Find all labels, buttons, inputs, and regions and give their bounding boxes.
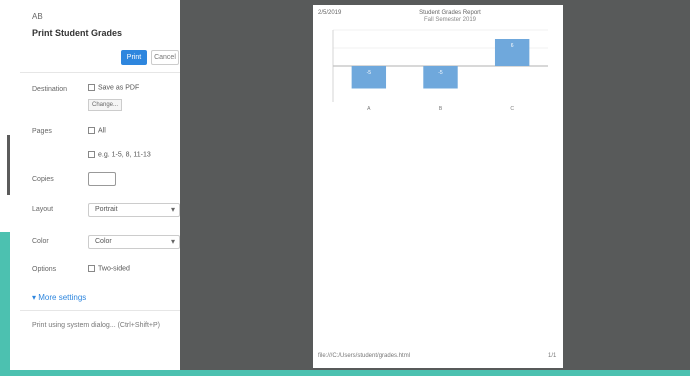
cancel-button[interactable]: Cancel	[151, 50, 179, 65]
copies-label: Copies	[32, 176, 54, 183]
bar-data-label: -5	[438, 70, 443, 76]
more-settings-link[interactable]: ▾ More settings	[32, 293, 86, 302]
layout-select-value: Portrait	[95, 206, 118, 213]
preview-header-date: 2/5/2019	[318, 10, 342, 16]
bar-data-label: -5	[367, 70, 372, 76]
pages-label: Pages	[32, 128, 52, 135]
pages-all-label: All	[98, 127, 106, 135]
preview-footer-url: file:///C:/Users/student/grades.html	[318, 353, 411, 359]
more-settings-label: More settings	[38, 293, 87, 302]
layout-label: Layout	[32, 206, 54, 213]
print-button[interactable]: Print	[121, 50, 147, 65]
chevron-down-icon: ▾	[170, 205, 175, 214]
preview-chart: -5 A -5 B 6 C	[332, 29, 548, 112]
pages-all-option[interactable]: All	[88, 127, 106, 134]
pages-custom-label: e.g. 1-5, 8, 11-13	[98, 151, 151, 159]
copies-input[interactable]	[88, 172, 116, 186]
layout-select[interactable]: Portrait ▾	[88, 203, 180, 217]
x-tick-label: C	[510, 106, 514, 112]
x-tick-label: B	[439, 106, 443, 112]
bar-data-label: 6	[511, 43, 514, 49]
chevron-down-icon: ▾	[32, 293, 37, 302]
checkbox-icon[interactable]	[88, 265, 95, 272]
preview-title: Student Grades Report	[419, 10, 481, 16]
panel-title: Print Student Grades	[32, 28, 123, 38]
color-select[interactable]: Color ▾	[88, 235, 180, 249]
print-settings-panel: AB Print Student Grades Print Cancel Des…	[10, 0, 181, 370]
panel-divider-bottom	[20, 310, 180, 311]
preview-footer-page: 1/1	[548, 353, 557, 359]
destination-value-text: Save as PDF	[98, 84, 140, 92]
color-label: Color	[32, 238, 49, 245]
radio-icon[interactable]	[88, 151, 95, 158]
chevron-down-icon: ▾	[170, 237, 175, 246]
pdf-icon	[88, 84, 95, 91]
x-tick-label: A	[367, 106, 371, 112]
change-destination-button[interactable]: Change...	[88, 99, 122, 111]
panel-divider-top	[20, 72, 180, 73]
taskbar-strip	[0, 370, 690, 376]
destination-label: Destination	[32, 86, 68, 93]
destination-value: Save as PDF	[88, 84, 139, 91]
two-sided-option[interactable]: Two-sided	[88, 265, 130, 272]
system-dialog-link[interactable]: Print using system dialog... (Ctrl+Shift…	[32, 322, 160, 329]
two-sided-label: Two-sided	[98, 265, 130, 273]
options-label: Options	[32, 266, 57, 273]
pages-custom-option[interactable]: e.g. 1-5, 8, 11-13	[88, 151, 151, 158]
desktop-background-strip	[0, 232, 10, 376]
radio-icon[interactable]	[88, 127, 95, 134]
color-select-value: Color	[95, 238, 112, 245]
panel-header-small: AB	[32, 12, 43, 21]
